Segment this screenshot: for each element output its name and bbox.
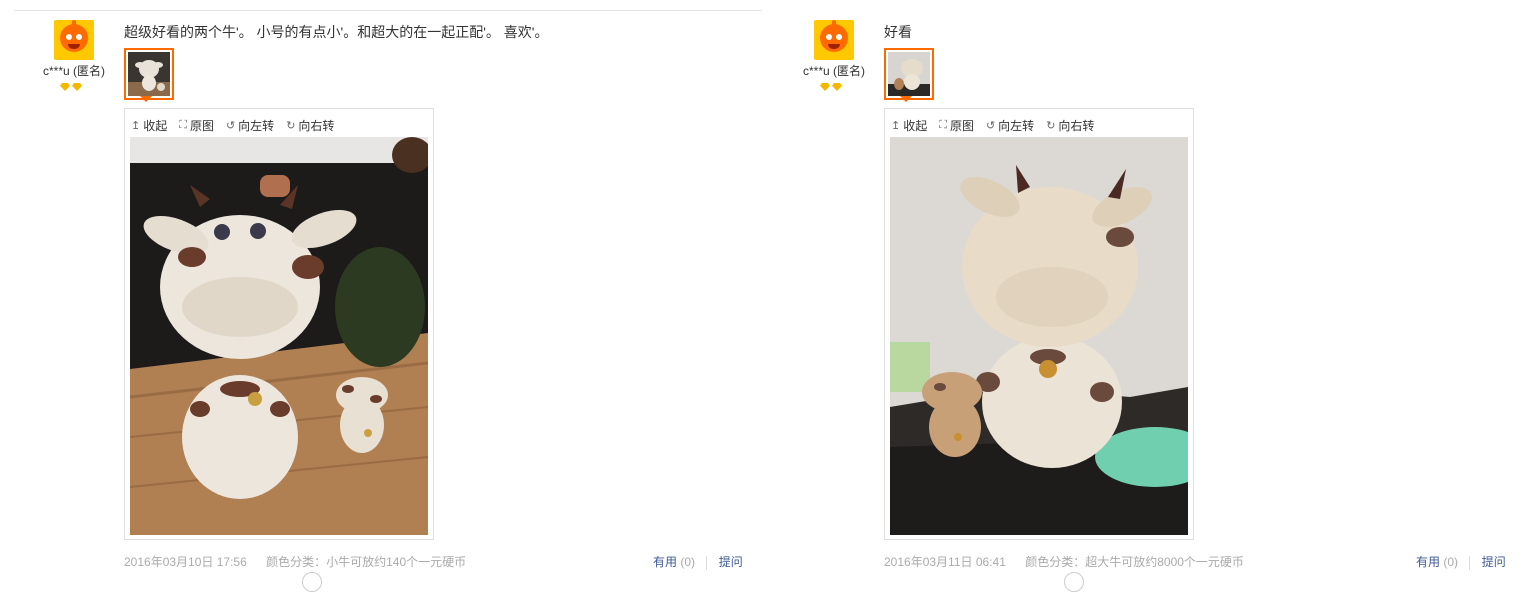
diamond-icon — [72, 83, 82, 91]
rotate-right-icon: ↻ — [1046, 120, 1056, 132]
username: c***u (匿名) — [42, 64, 105, 78]
username: c***u (匿名) — [802, 64, 865, 78]
user-level-badges — [60, 83, 82, 91]
rotate-left-icon: ↺ — [225, 120, 236, 132]
review-photo[interactable] — [890, 137, 1188, 535]
thumbnail-pointer — [900, 96, 912, 102]
sku-info: 颜色分类：小牛可放约140个一元硬币 — [266, 555, 467, 569]
photo-viewer: ↥ 收起 ⛶ 原图 ↺ 向左转 ↻ 向右转 — [884, 108, 1194, 540]
review-item: c***u (匿名) 好看 ↥ 收起 ⛶ 原图 ↺ 向左转 ↻ 向右转 2016… — [760, 0, 1520, 592]
review-text: 超级好看的两个牛'。 小号的有点小'。和超大的在一起正配'。 喜欢'。 — [124, 24, 549, 40]
original-size-button[interactable]: ⛶ 原图 — [179, 117, 214, 134]
photo-thumbnail[interactable] — [124, 48, 174, 100]
review-meta: 2016年03月11日 06:41 颜色分类：超大牛可放约8000个一元硬币 — [884, 553, 1244, 570]
collapse-button[interactable]: ↥ 收起 — [131, 117, 167, 134]
diamond-icon — [60, 83, 70, 91]
avatar[interactable] — [814, 20, 854, 60]
review-actions: 有用 (0) 提问 — [1416, 553, 1506, 570]
sku-info: 颜色分类：超大牛可放约8000个一元硬币 — [1025, 555, 1244, 569]
review-date: 2016年03月11日 06:41 — [884, 555, 1006, 569]
rotate-left-button[interactable]: ↺ 向左转 — [226, 117, 274, 134]
useful-button[interactable]: 有用 — [1416, 555, 1440, 569]
rotate-right-button[interactable]: ↻ 向右转 — [286, 117, 334, 134]
useful-count: (0) — [1443, 555, 1459, 569]
viewer-toolbar: ↥ 收起 ⛶ 原图 ↺ 向左转 ↻ 向右转 — [891, 117, 1094, 134]
ask-button[interactable]: 提问 — [719, 555, 743, 569]
action-separator — [706, 555, 708, 570]
avatar[interactable] — [54, 20, 94, 60]
collapse-button[interactable]: ↥ 收起 — [891, 117, 927, 134]
user-level-badges — [820, 83, 842, 91]
page-nav-circle[interactable] — [1064, 572, 1084, 592]
thumbnail-pointer — [140, 96, 152, 102]
review-item: c***u (匿名) 超级好看的两个牛'。 小号的有点小'。和超大的在一起正配'… — [0, 0, 760, 592]
rotate-left-icon: ↺ — [985, 120, 996, 132]
arrow-up-icon: ↥ — [131, 120, 141, 132]
photo-viewer: ↥ 收起 ⛶ 原图 ↺ 向左转 ↻ 向右转 — [124, 108, 434, 540]
review-actions: 有用 (0) 提问 — [653, 553, 743, 570]
original-size-button[interactable]: ⛶ 原图 — [939, 117, 974, 134]
expand-icon: ⛶ — [179, 119, 187, 131]
review-text: 好看 — [884, 24, 912, 40]
rotate-left-button[interactable]: ↺ 向左转 — [986, 117, 1034, 134]
rotate-right-button[interactable]: ↻ 向右转 — [1046, 117, 1094, 134]
rotate-right-icon: ↻ — [286, 120, 296, 132]
action-separator — [1469, 555, 1471, 570]
photo-thumbnail[interactable] — [884, 48, 934, 100]
viewer-toolbar: ↥ 收起 ⛶ 原图 ↺ 向左转 ↻ 向右转 — [131, 117, 334, 134]
diamond-icon — [832, 83, 842, 91]
useful-button[interactable]: 有用 — [653, 555, 677, 569]
review-date: 2016年03月10日 17:56 — [124, 555, 247, 569]
page-nav-circle[interactable] — [302, 572, 322, 592]
review-photo[interactable] — [130, 137, 428, 535]
ask-button[interactable]: 提问 — [1482, 555, 1506, 569]
diamond-icon — [820, 83, 830, 91]
review-meta: 2016年03月10日 17:56 颜色分类：小牛可放约140个一元硬币 — [124, 553, 466, 570]
arrow-up-icon: ↥ — [891, 120, 901, 132]
expand-icon: ⛶ — [939, 119, 947, 131]
useful-count: (0) — [680, 555, 696, 569]
